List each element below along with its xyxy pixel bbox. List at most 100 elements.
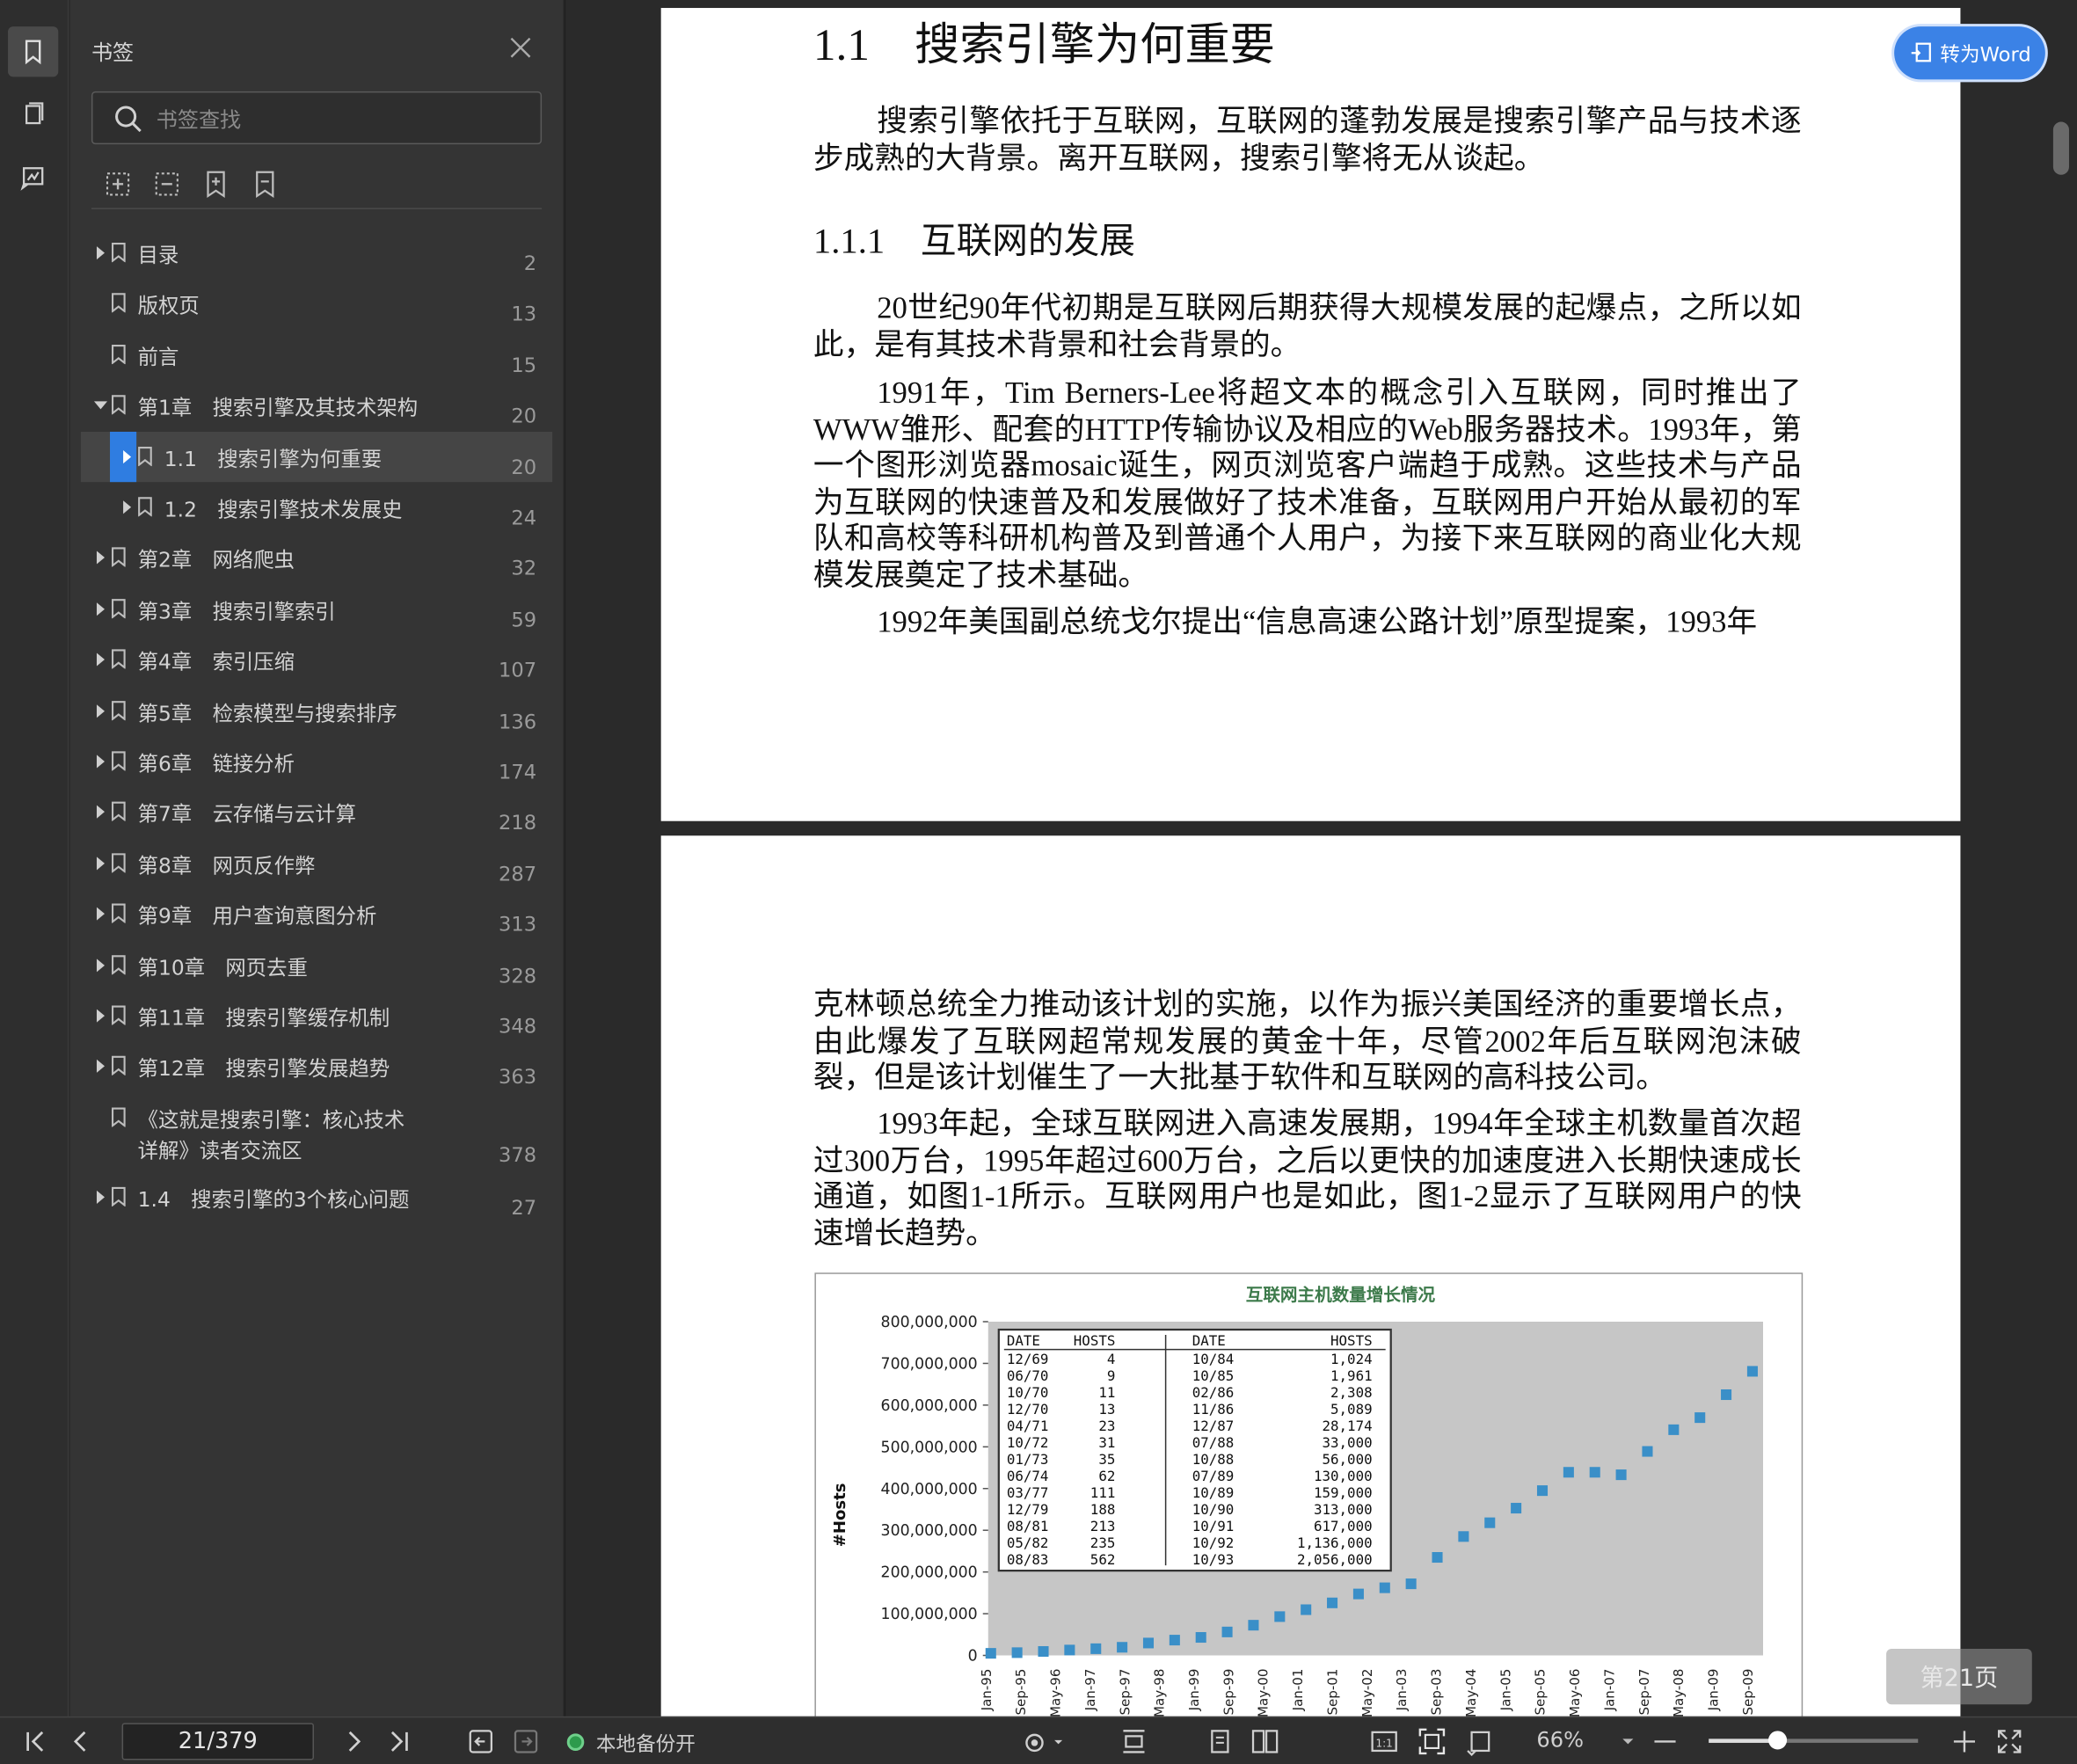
bookmark-item[interactable]: 第9章 用户查询意图分析 313 [81, 889, 552, 940]
bookmark-item[interactable]: 1.2 搜索引擎技术发展史 24 [81, 482, 552, 533]
bookmark-label: 第2章 网络爬虫 [137, 549, 295, 573]
bookmark-search-input[interactable] [156, 103, 528, 135]
back-view-icon[interactable] [466, 1727, 495, 1756]
bookmark-item[interactable]: 《这就是搜索引擎：核心技术 详解》读者交流区 378 [81, 1092, 552, 1171]
bookmark-item[interactable]: 第3章 搜索引擎索引 59 [81, 584, 552, 635]
collapse-arrow-icon[interactable] [93, 401, 108, 410]
delete-bookmark-icon[interactable] [249, 168, 281, 200]
bookmark-icon [111, 293, 127, 314]
two-page-icon[interactable] [1250, 1727, 1279, 1756]
paragraph: 1993年起，全球互联网进入高速发展期，1994年全球主机数量首次超过300万台… [813, 1107, 1802, 1250]
expand-arrow-icon[interactable] [96, 246, 106, 260]
data-point [1221, 1626, 1233, 1637]
expand-all-icon[interactable] [102, 168, 134, 200]
continuous-scroll-icon[interactable] [1119, 1727, 1148, 1756]
paragraph: 搜索引擎依托于互联网，互联网的蓬勃发展是搜索引擎产品与技术逐步成熟的大背景。离开… [813, 104, 1802, 175]
bookmark-item[interactable]: 第8章 网页反作弊 287 [81, 838, 552, 889]
table-cell: 35 [1098, 1451, 1115, 1468]
expand-arrow-icon[interactable] [123, 500, 132, 514]
bookmark-label: 第8章 网页反作弊 [137, 854, 316, 878]
expand-arrow-icon[interactable] [96, 754, 106, 769]
expand-arrow-icon[interactable] [96, 958, 106, 972]
x-tick-label: Jan-03 [1394, 1669, 1410, 1712]
page-number-input[interactable] [121, 1723, 315, 1760]
table-cell: 188 [1090, 1501, 1116, 1518]
single-page-icon[interactable] [1206, 1727, 1235, 1756]
backup-status[interactable]: 本地备份开 [596, 1730, 696, 1758]
bookmark-item[interactable]: 1.1 搜索引擎为何重要 20 [80, 431, 553, 483]
last-page-icon[interactable] [384, 1727, 413, 1756]
expand-arrow-icon[interactable] [96, 1009, 106, 1023]
collapse-all-icon[interactable] [151, 168, 183, 200]
expand-arrow-icon[interactable] [123, 449, 132, 463]
thumbnail-panel-button[interactable] [8, 89, 58, 139]
zoom-dropdown-icon[interactable] [1619, 1727, 1637, 1756]
table-header-cell: HOSTS [1074, 1332, 1116, 1349]
bookmark-item[interactable]: 目录 2 [81, 228, 552, 279]
bookmark-item[interactable]: 第6章 链接分析 174 [81, 736, 552, 787]
expand-arrow-icon[interactable] [96, 551, 106, 565]
prev-page-icon[interactable] [66, 1727, 95, 1756]
next-page-icon[interactable] [339, 1727, 368, 1756]
bookmark-item[interactable]: 第7章 云存储与云计算 218 [81, 787, 552, 838]
annotation-panel-button[interactable] [8, 152, 58, 202]
document-scrollbar-thumb[interactable] [2052, 121, 2069, 175]
data-point [1011, 1647, 1023, 1658]
expand-arrow-icon[interactable] [96, 907, 106, 921]
expand-arrow-icon[interactable] [96, 652, 106, 667]
data-point [1458, 1531, 1469, 1542]
bookmark-page-number: 27 [511, 1195, 537, 1220]
table-cell: 111 [1090, 1484, 1116, 1501]
expand-arrow-icon[interactable] [96, 1060, 106, 1074]
bookmark-item[interactable]: 前言 15 [81, 330, 552, 381]
x-tick-label: Jan-95 [979, 1669, 995, 1712]
data-point [1536, 1485, 1549, 1497]
bookmark-item[interactable]: 第2章 网络爬虫 32 [81, 533, 552, 584]
bookmark-item[interactable]: 第5章 检索模型与搜索排序 136 [81, 686, 552, 737]
bookmark-icon [111, 1005, 127, 1026]
zoom-in-icon[interactable] [1949, 1727, 1979, 1756]
table-cell: 10/93 [1192, 1551, 1235, 1568]
eye-care-icon[interactable] [1020, 1727, 1065, 1756]
table-cell: 12/87 [1192, 1418, 1235, 1434]
convert-to-word-button[interactable]: 转为Word [1894, 26, 2045, 80]
bookmark-item[interactable]: 1.4 搜索引擎的3个核心问题 27 [81, 1172, 552, 1223]
bookmark-item[interactable]: 第10章 网页去重 328 [81, 940, 552, 991]
add-bookmark-icon[interactable] [200, 168, 231, 200]
section-heading: 1.1 搜索引擎为何重要 [813, 21, 1275, 70]
expand-arrow-icon[interactable] [96, 856, 106, 871]
bookmark-label: 第4章 索引压缩 [137, 650, 295, 674]
bookmark-page-number: 363 [498, 1065, 537, 1090]
data-point [985, 1648, 996, 1659]
bookmark-item[interactable]: 版权页 13 [81, 279, 552, 330]
bookmark-panel-button[interactable] [8, 26, 59, 77]
bookmark-item[interactable]: 第12章 搜索引擎发展趋势 363 [81, 1041, 552, 1092]
actual-size-icon[interactable]: 1:1 [1370, 1727, 1399, 1756]
close-icon[interactable] [507, 34, 534, 61]
bookmark-item[interactable]: 第4章 索引压缩 107 [81, 635, 552, 686]
x-tick-label: Jan-05 [1498, 1669, 1513, 1712]
bookmark-label: 目录 [137, 244, 179, 268]
zoom-out-icon[interactable] [1651, 1727, 1680, 1756]
table-cell: 23 [1098, 1418, 1115, 1434]
pdf-page-21: 1.1 搜索引擎为何重要 搜索引擎依托于互联网，互联网的蓬勃发展是搜索引擎产品与… [660, 8, 1961, 821]
bookmark-item[interactable]: 第11章 搜索引擎缓存机制 348 [81, 990, 552, 1041]
fullscreen-icon[interactable] [1995, 1727, 2024, 1756]
expand-arrow-icon[interactable] [96, 703, 106, 718]
bookmark-search-box[interactable] [91, 91, 543, 145]
rotate-page-icon[interactable] [1465, 1727, 1494, 1756]
zoom-level[interactable]: 66% [1536, 1727, 1584, 1753]
fit-page-icon[interactable] [1417, 1727, 1447, 1756]
bookmark-icon [111, 395, 127, 416]
zoom-slider[interactable] [1709, 1731, 1919, 1750]
bookmark-item[interactable]: 第1章 搜索引擎及其技术架构 20 [81, 381, 552, 432]
expand-arrow-icon[interactable] [96, 601, 106, 616]
bookmark-label: 第12章 搜索引擎发展趋势 [137, 1057, 390, 1082]
zoom-slider-knob[interactable] [1768, 1731, 1788, 1750]
table-cell: 2,308 [1330, 1384, 1373, 1401]
forward-view-icon[interactable] [511, 1727, 540, 1756]
first-page-icon[interactable] [21, 1727, 50, 1756]
expand-arrow-icon[interactable] [96, 805, 106, 820]
expand-arrow-icon[interactable] [96, 1190, 106, 1204]
data-point [1169, 1635, 1180, 1646]
